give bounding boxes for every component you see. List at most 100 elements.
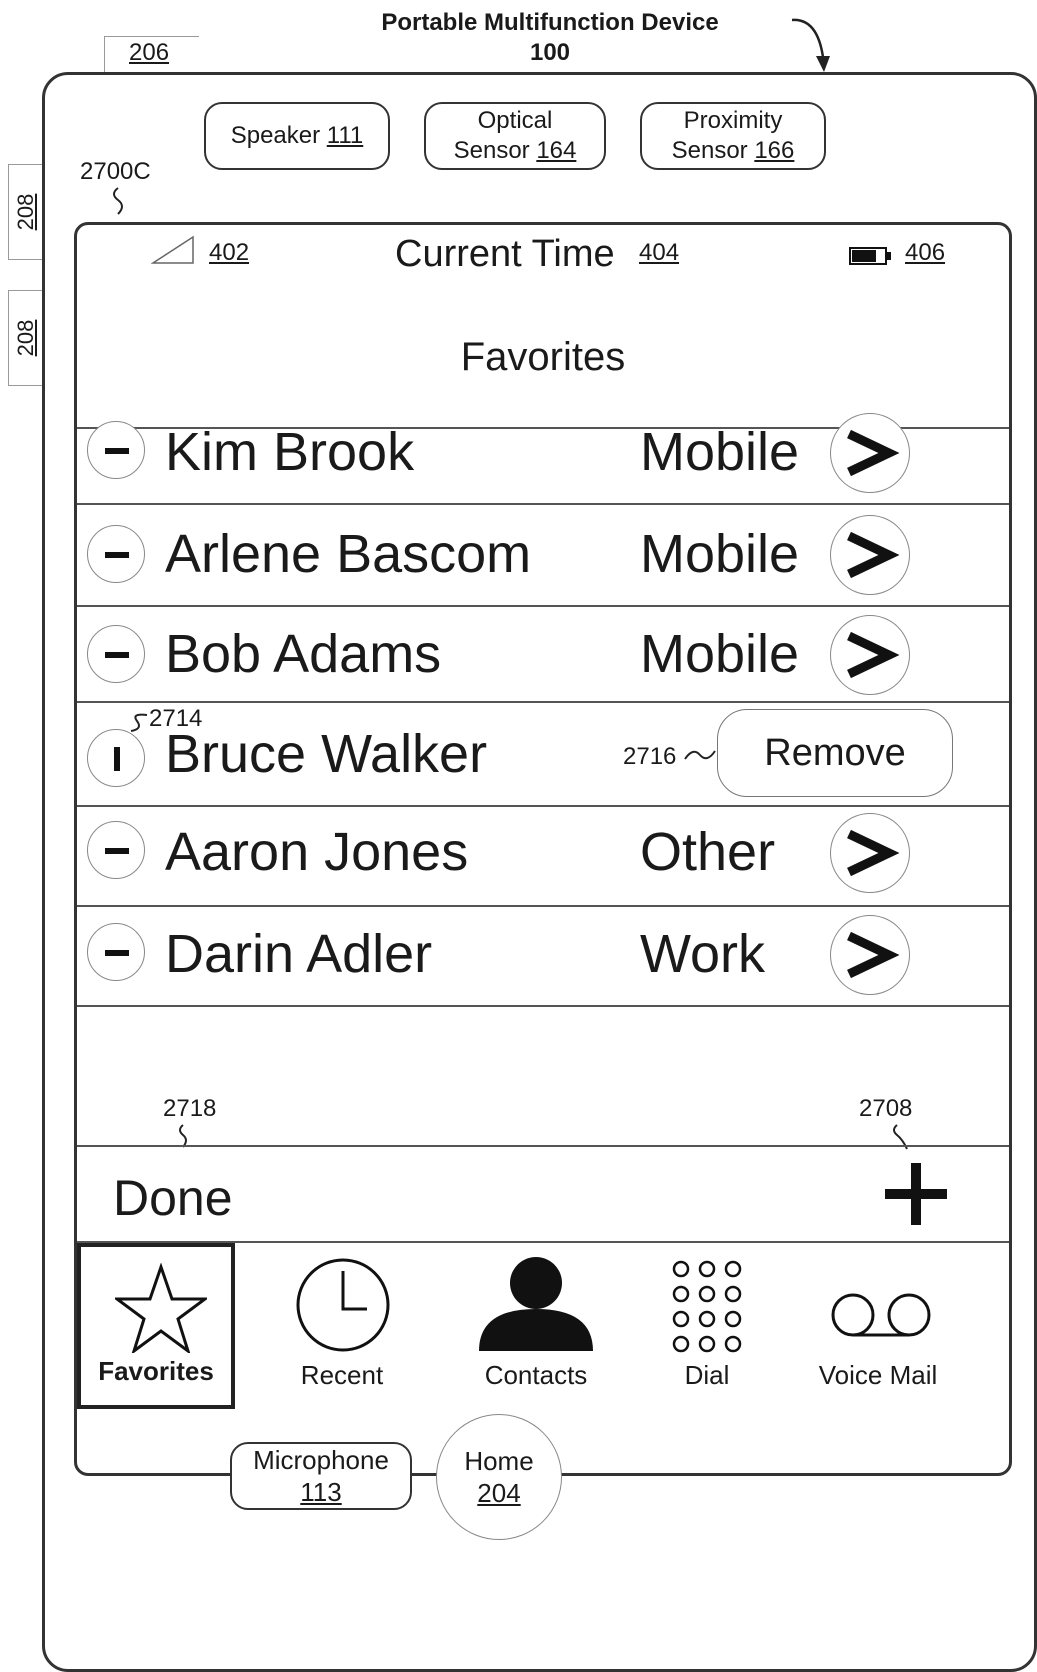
favorite-row[interactable]: Darin Adler Work	[77, 907, 1009, 1007]
delete-toggle-button-rotated[interactable]	[87, 729, 145, 787]
optical-sensor-label: Optical	[477, 107, 553, 134]
delete-toggle-button[interactable]	[87, 421, 145, 479]
home-button[interactable]: Home 204	[436, 1414, 562, 1540]
chevron-right-icon	[847, 931, 900, 979]
home-label: Home	[464, 1446, 534, 1476]
tab-voicemail[interactable]: Voice Mail	[793, 1243, 963, 1409]
phone-type: Other	[640, 822, 776, 882]
ref-2716-label: 2716	[623, 743, 677, 770]
microphone-ref: 113	[300, 1477, 342, 1507]
ref-2700c-label: 2700C	[80, 158, 151, 185]
favorite-row[interactable]: Bob Adams Mobile	[77, 607, 1009, 703]
favorite-row-editing[interactable]: 2714 Bruce Walker 2716 Remove	[77, 703, 1009, 807]
clock-icon	[296, 1258, 390, 1352]
done-button[interactable]: Done	[113, 1169, 233, 1227]
contact-name: Bob Adams	[165, 624, 442, 684]
favorite-row[interactable]: Aaron Jones Other	[77, 807, 1009, 907]
minus-icon	[105, 848, 129, 854]
delete-toggle-button[interactable]	[87, 821, 145, 879]
action-bar: Done	[77, 1145, 1009, 1243]
contact-name: Kim Brook	[165, 422, 415, 482]
detail-disclosure-button[interactable]	[830, 515, 910, 595]
tab-recent[interactable]: Recent	[257, 1243, 427, 1409]
phone-type: Mobile	[640, 624, 800, 684]
tab-favorites-label: Favorites	[98, 1356, 214, 1386]
delete-toggle-button[interactable]	[87, 525, 145, 583]
person-icon	[479, 1257, 593, 1351]
signal-ref: 402	[209, 239, 250, 266]
signal-strength-icon	[151, 235, 194, 264]
chevron-right-icon	[847, 429, 900, 477]
ref-2718-label: 2718	[163, 1095, 217, 1122]
chevron-right-icon	[847, 531, 900, 579]
speaker-sensor: Speaker 111	[204, 102, 390, 170]
home-ref: 204	[477, 1478, 521, 1508]
ref-206-tab: 206	[104, 36, 199, 73]
delete-toggle-button[interactable]	[87, 625, 145, 683]
contact-name: Arlene Bascom	[165, 524, 532, 584]
tab-contacts[interactable]: Contacts	[451, 1243, 621, 1409]
microphone-label: Microphone	[253, 1445, 389, 1475]
keypad-icon	[672, 1260, 742, 1353]
minus-icon	[105, 448, 129, 454]
detail-disclosure-button[interactable]	[830, 615, 910, 695]
page-title: Favorites	[460, 335, 626, 379]
voicemail-icon	[831, 1293, 931, 1337]
phone-type: Work	[640, 924, 766, 984]
detail-disclosure-button[interactable]	[830, 413, 910, 493]
tab-contacts-label: Contacts	[484, 1360, 588, 1390]
side-button-lower: 208	[8, 290, 43, 386]
star-icon	[115, 1263, 207, 1353]
proximity-sensor-label: Proximity	[683, 107, 783, 134]
phone-type: Mobile	[640, 524, 800, 584]
delete-toggle-button[interactable]	[87, 923, 145, 981]
side-button-upper: 208	[8, 164, 43, 260]
battery-ref: 406	[905, 239, 946, 266]
tab-dial-label: Dial	[684, 1360, 730, 1390]
minus-icon	[105, 552, 129, 558]
microphone: Microphone 113	[230, 1442, 412, 1510]
minus-rotated-icon	[114, 747, 120, 771]
proximity-sensor: Proximity Sensor 166	[640, 102, 826, 170]
chevron-right-icon	[847, 829, 900, 877]
favorite-row[interactable]: Arlene Bascom Mobile	[77, 505, 1009, 607]
current-time: Current Time	[395, 233, 615, 275]
proximity-sensor-word: Sensor	[671, 137, 748, 164]
reference-arrow-icon	[791, 18, 830, 72]
add-icon[interactable]	[883, 1161, 949, 1227]
speaker-ref: 111	[326, 122, 364, 149]
figure-title-line1: Portable Multifunction Device	[381, 9, 719, 36]
remove-button[interactable]: Remove	[717, 709, 953, 797]
ref-208-upper-label: 208	[13, 193, 38, 231]
contact-name: Darin Adler	[165, 924, 433, 984]
figure-title-line2: 100	[529, 39, 571, 66]
figure-title: Portable Multifunction Device 100	[340, 8, 760, 68]
contact-name: Bruce Walker	[165, 724, 488, 784]
touch-screen: 402 Current Time 404 406 Favorites Kim B…	[74, 222, 1012, 1476]
tab-dial[interactable]: Dial	[645, 1243, 769, 1409]
optical-sensor-word: Sensor	[453, 137, 530, 164]
detail-disclosure-button[interactable]	[830, 813, 910, 893]
speaker-label: Speaker	[230, 122, 321, 149]
minus-icon	[105, 950, 129, 956]
chevron-right-icon	[847, 631, 900, 679]
minus-icon	[105, 652, 129, 658]
time-ref: 404	[639, 239, 680, 266]
status-bar: 402 Current Time 404 406	[77, 225, 1009, 295]
ref-2708-label: 2708	[859, 1095, 913, 1122]
ref-2700c-squiggle-icon	[113, 187, 123, 215]
ref-2716-tilde-icon	[684, 750, 716, 760]
tab-recent-label: Recent	[300, 1360, 384, 1390]
tab-voicemail-label: Voice Mail	[818, 1360, 938, 1390]
phone-type: Mobile	[640, 422, 800, 482]
ref-208-lower-label: 208	[13, 319, 38, 357]
favorite-row[interactable]: Kim Brook Mobile	[77, 405, 1009, 505]
optical-sensor-ref: 164	[536, 137, 577, 164]
tab-favorites[interactable]: Favorites	[77, 1243, 235, 1409]
ref-206-label: 206	[129, 39, 170, 66]
proximity-sensor-ref: 166	[754, 137, 795, 164]
detail-disclosure-button[interactable]	[830, 915, 910, 995]
ref-2714-squiggle-icon	[130, 713, 148, 732]
contact-name: Aaron Jones	[165, 822, 469, 882]
battery-icon	[849, 247, 891, 265]
